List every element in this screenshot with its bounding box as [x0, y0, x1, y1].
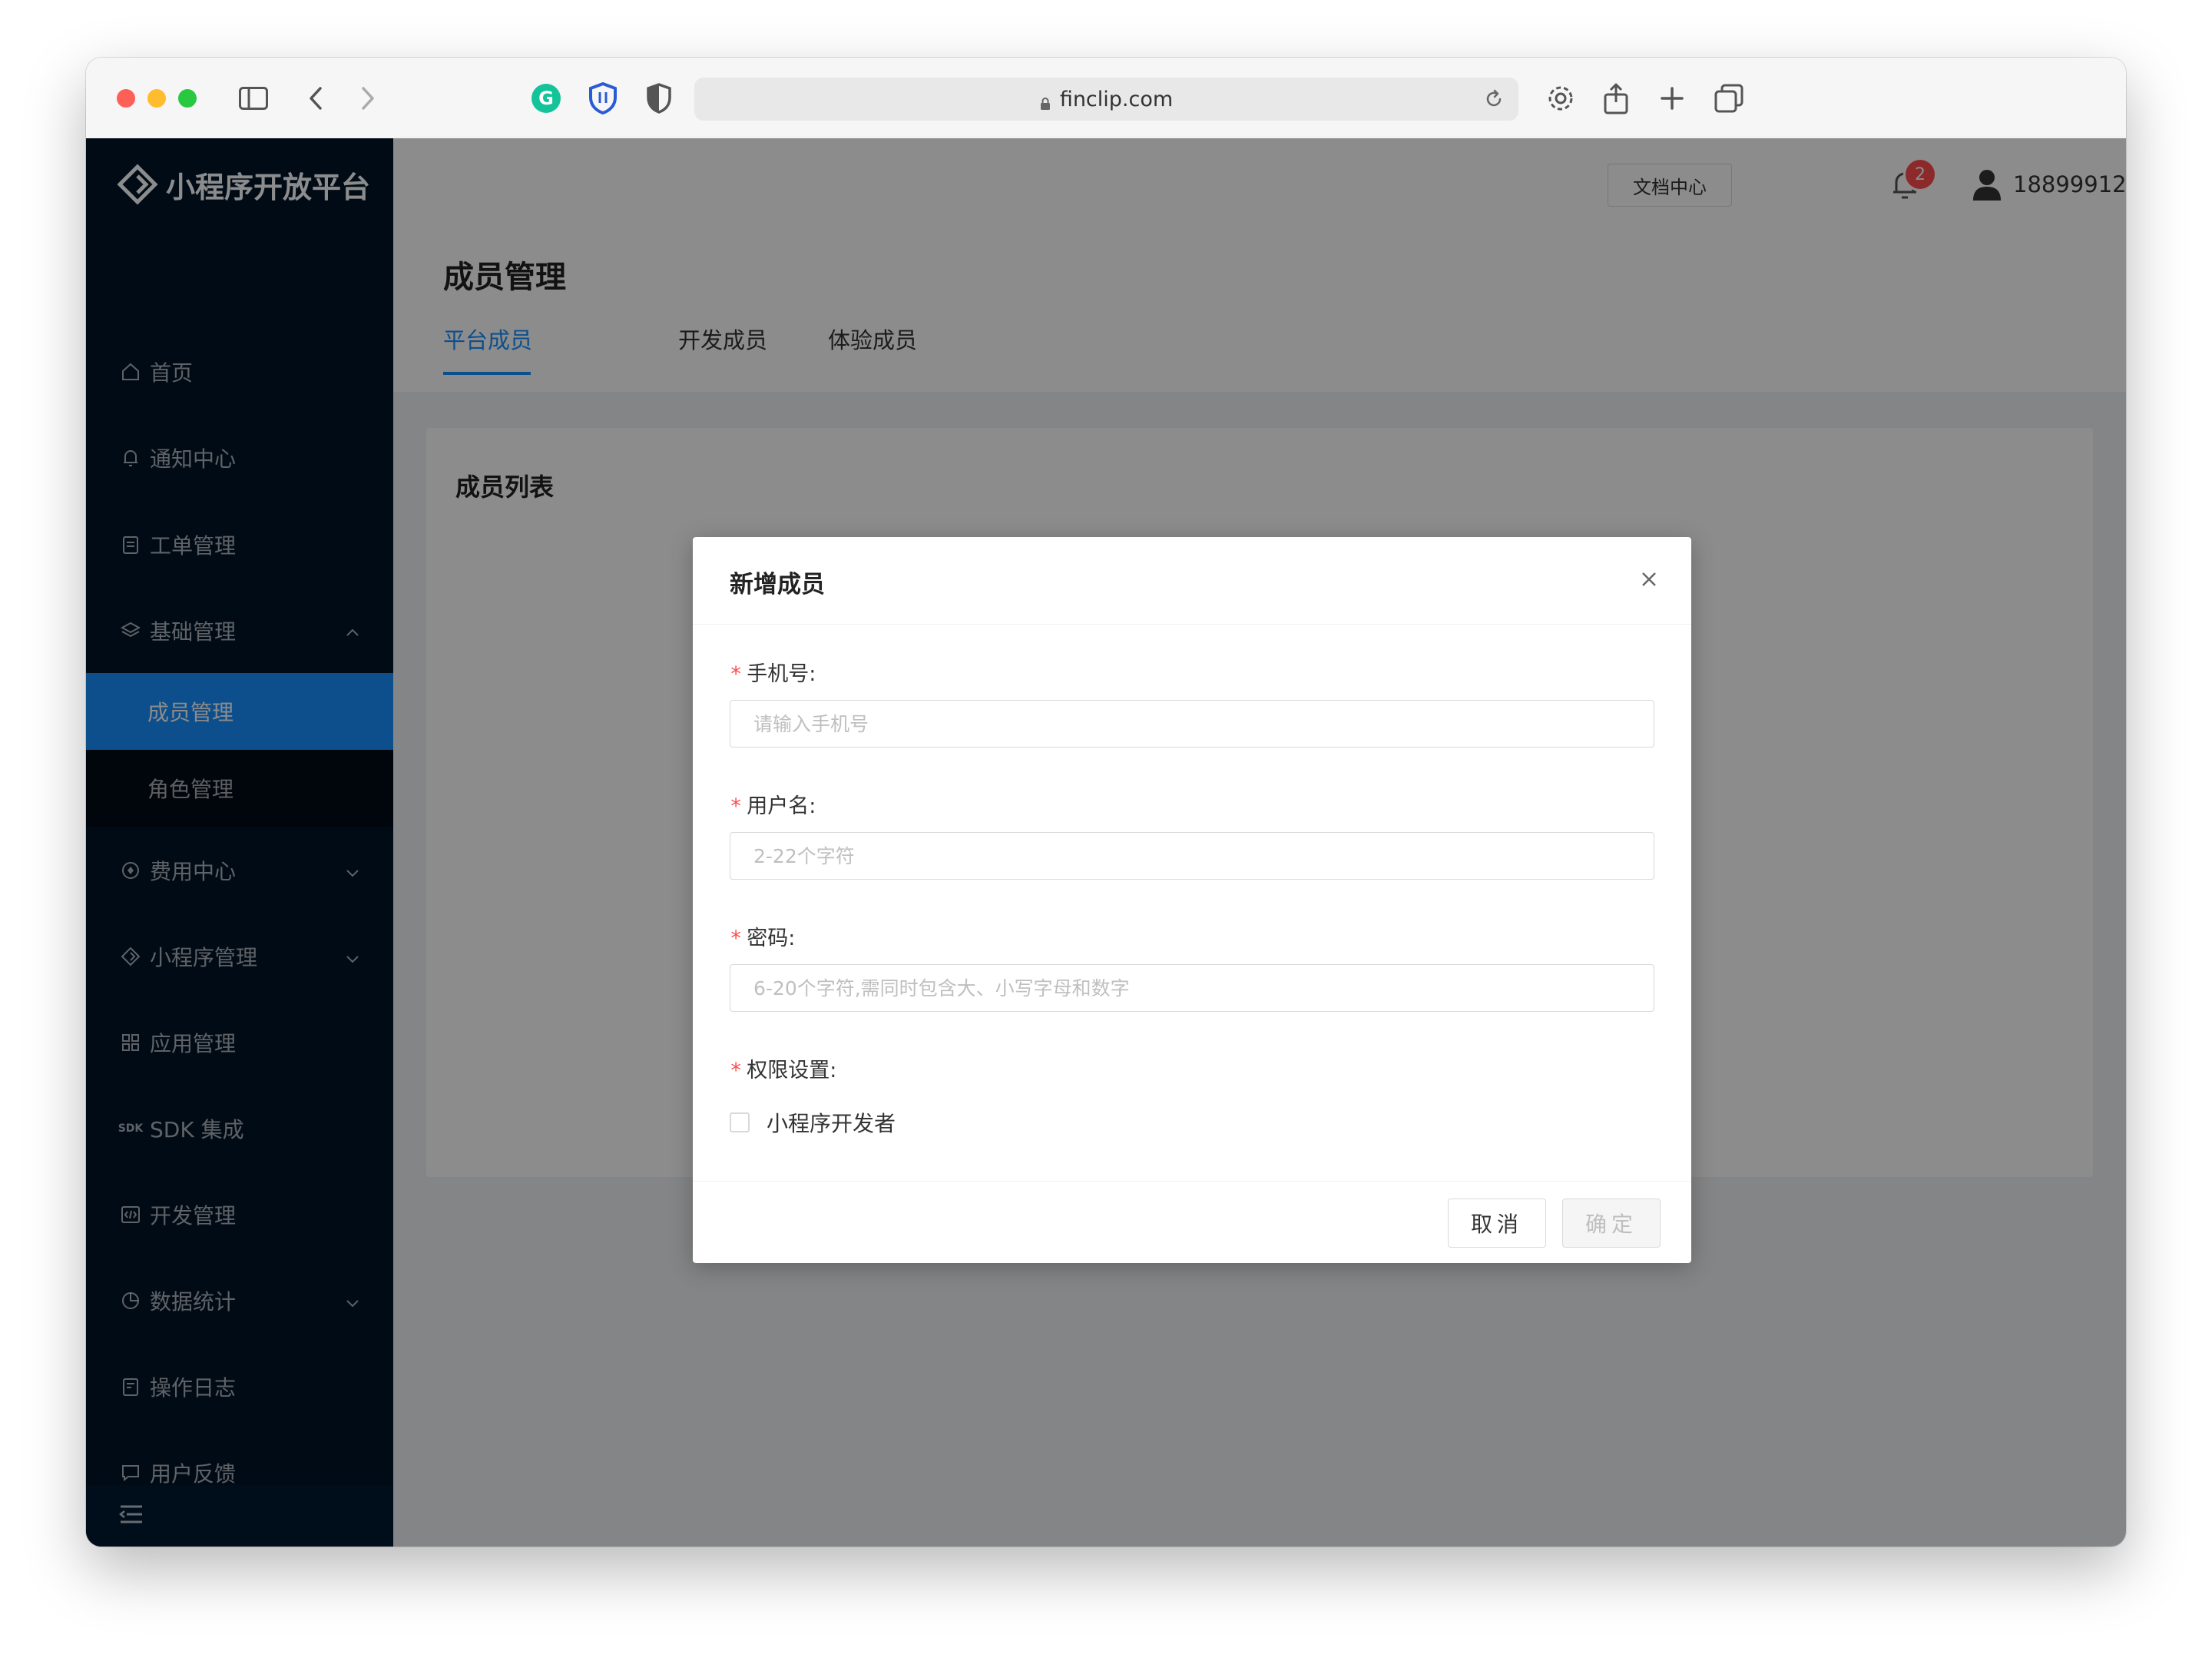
share-icon[interactable] [1599, 81, 1633, 115]
username-input[interactable] [730, 832, 1654, 880]
dialog-title: 新增成员 [730, 571, 825, 598]
lock-icon [1040, 92, 1051, 110]
browser-window: G finclip.com 小程序开放平台 首页 通知中心 工单管理 基础管理 … [86, 58, 2126, 1547]
permission-label-text: 权限设置: [747, 1059, 837, 1082]
grammarly-extension-icon[interactable]: G [529, 81, 563, 115]
close-icon[interactable] [1637, 568, 1661, 591]
confirm-button[interactable]: 确定 [1562, 1199, 1661, 1248]
browser-toolbar: G finclip.com [86, 58, 2126, 139]
new-tab-icon[interactable] [1655, 81, 1689, 115]
close-window-button[interactable] [117, 89, 135, 108]
cancel-button[interactable]: 取消 [1448, 1199, 1546, 1248]
checkbox-label: 小程序开发者 [767, 1111, 896, 1136]
minimize-window-button[interactable] [147, 89, 166, 108]
checkbox[interactable] [730, 1112, 750, 1132]
username-label-text: 用户名: [747, 794, 816, 818]
dialog-header: 新增成员 [693, 537, 1691, 625]
reload-icon[interactable] [1483, 88, 1505, 110]
zoom-window-button[interactable] [178, 89, 197, 108]
tab-overview-icon[interactable] [1712, 81, 1746, 115]
required-mark: * [730, 662, 743, 686]
add-member-dialog: 新增成员 *手机号: *用户名: *密码: *权限设置: 小程序开发者 取消 确… [693, 537, 1691, 1263]
required-mark: * [730, 1059, 743, 1082]
shield-extension-icon[interactable] [586, 81, 620, 115]
svg-text:G: G [538, 88, 554, 109]
permission-developer-checkbox[interactable]: 小程序开发者 [730, 1107, 896, 1138]
sidebar-toggle-icon[interactable] [237, 81, 270, 115]
url-text: finclip.com [1059, 87, 1174, 111]
permission-label: * 权限设置: [730, 1053, 836, 1083]
phone-input[interactable] [730, 700, 1654, 748]
required-mark: * [730, 794, 743, 818]
back-icon[interactable] [299, 81, 333, 115]
phone-label-text: 手机号: [747, 662, 816, 686]
phone-label: * 手机号: [730, 657, 816, 687]
password-label: * 密码: [730, 921, 795, 951]
forward-icon[interactable] [351, 81, 385, 115]
privacy-shield-icon[interactable] [642, 81, 676, 115]
password-label-text: 密码: [747, 927, 796, 950]
url-bar[interactable]: finclip.com [694, 78, 1518, 121]
password-input[interactable] [730, 964, 1654, 1012]
required-mark: * [730, 927, 743, 950]
username-label: * 用户名: [730, 789, 816, 819]
gear-icon[interactable] [1544, 81, 1578, 115]
dialog-footer: 取消 确定 [693, 1181, 1691, 1264]
